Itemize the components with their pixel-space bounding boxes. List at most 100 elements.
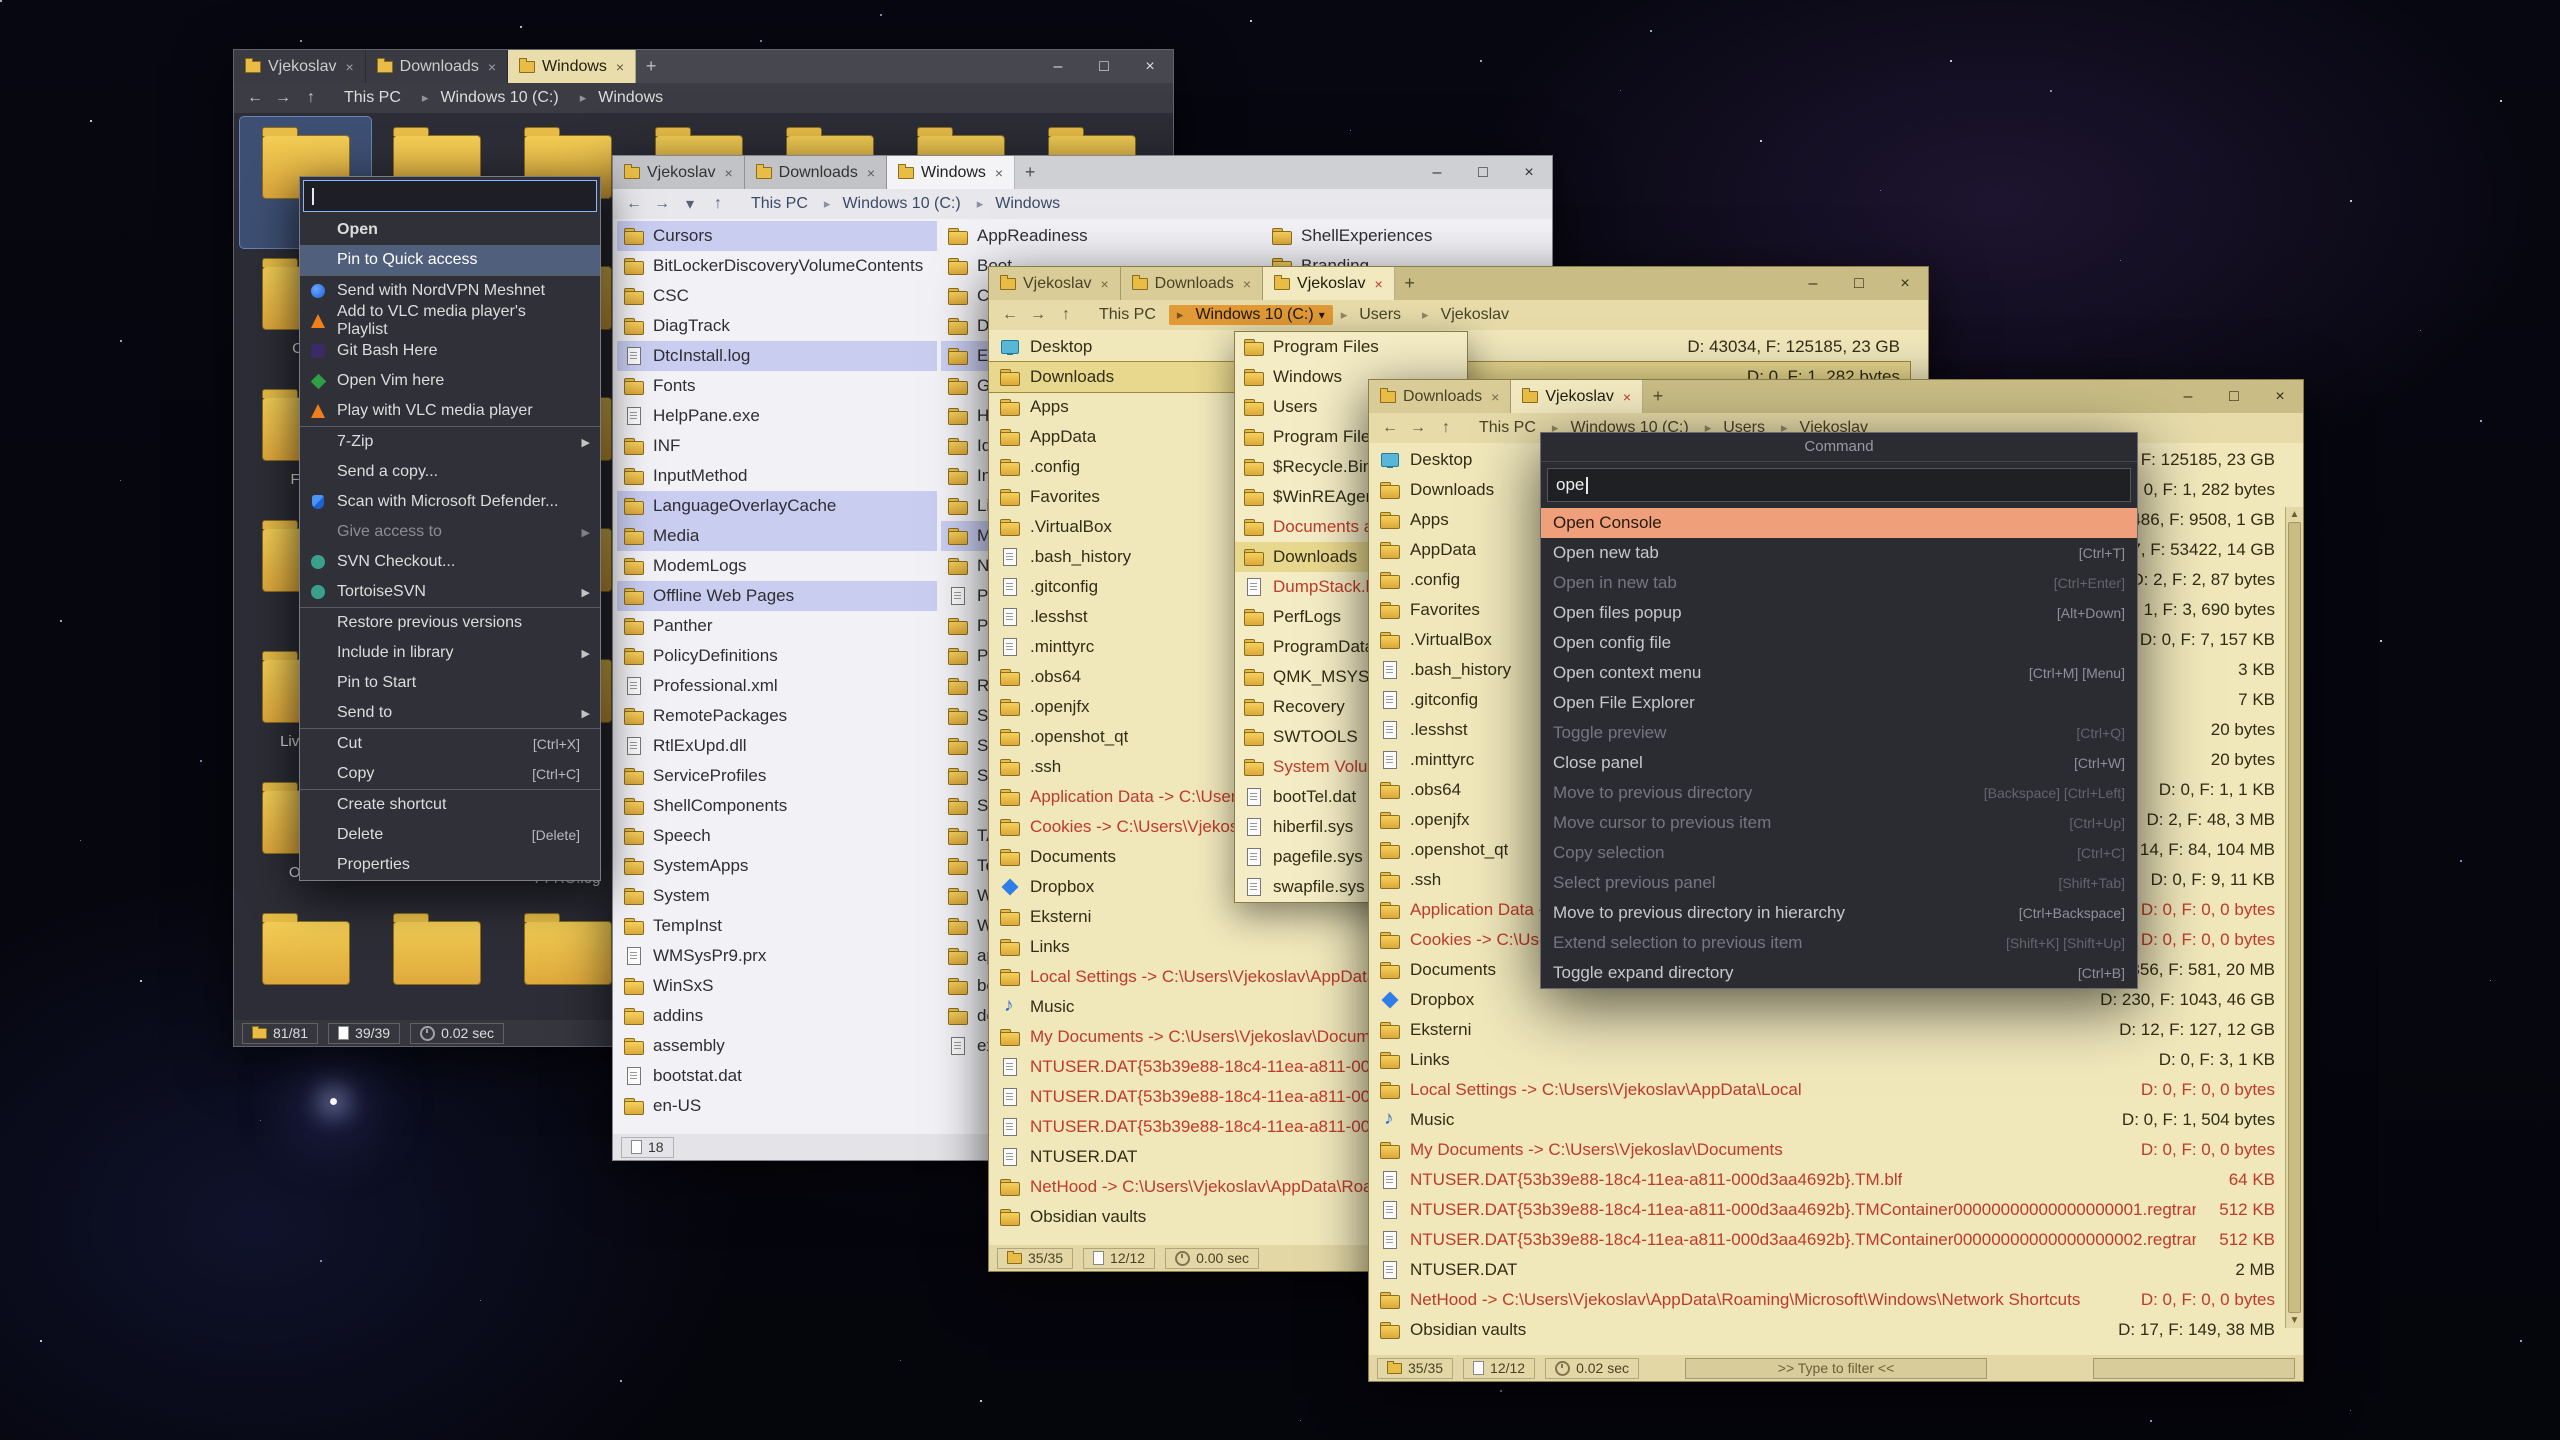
scroll-thumb[interactable] [2288, 522, 2301, 1312]
dropdown-item[interactable]: Program Files [1235, 332, 1467, 362]
file-row[interactable]: NTUSER.DAT{53b39e88-18c4-11ea-a811-000d3… [1369, 1225, 2285, 1255]
menu-item[interactable]: Open [300, 215, 600, 245]
file-row[interactable]: Local Settings -> C:\Users\Vjekoslav\App… [1369, 1075, 2285, 1105]
command-item[interactable]: Open context menu [Ctrl+M] [Menu] [1541, 658, 2137, 688]
up-button[interactable]: ↑ [705, 195, 731, 213]
file-row[interactable]: DtcInstall.log [617, 341, 937, 371]
tab-close-icon[interactable]: × [867, 165, 875, 181]
menu-item[interactable]: Copy [Ctrl+C] [300, 759, 600, 789]
forward-button[interactable]: → [270, 89, 296, 107]
command-search-input[interactable]: ope [1547, 468, 2131, 502]
breadcrumb-item[interactable]: Windows 10 (C:) [816, 194, 969, 214]
breadcrumb-item[interactable]: Windows [969, 194, 1068, 214]
maximize-button[interactable]: □ [1460, 156, 1506, 189]
new-tab-button[interactable]: + [636, 50, 666, 83]
tab[interactable]: Vjekoslav × [989, 267, 1121, 300]
tab[interactable]: Vjekoslav × [234, 50, 366, 83]
tab-close-icon[interactable]: × [1491, 389, 1499, 405]
menu-item[interactable]: TortoiseSVN ▶ [300, 577, 600, 607]
minimize-button[interactable]: – [1790, 267, 1836, 300]
menu-item[interactable]: Restore previous versions [300, 607, 600, 638]
tab-close-icon[interactable]: × [724, 165, 732, 181]
menu-item[interactable]: Open Vim here [300, 366, 600, 396]
breadcrumb-item[interactable]: Windows [572, 88, 676, 108]
scroll-down-icon[interactable]: ▼ [2286, 1313, 2303, 1328]
file-row[interactable]: DiagTrack [617, 311, 937, 341]
menu-item[interactable]: Send a copy... [300, 457, 600, 487]
up-button[interactable]: ↑ [1053, 306, 1079, 324]
file-row[interactable]: Eksterni D: 12, F: 127, 12 GB [1369, 1015, 2285, 1045]
forward-button[interactable]: → [1025, 306, 1051, 324]
menu-item[interactable]: Cut [Ctrl+X] [300, 728, 600, 759]
tab[interactable]: Downloads × [745, 156, 887, 189]
minimize-button[interactable]: – [2165, 380, 2211, 413]
up-button[interactable]: ↑ [1433, 419, 1459, 437]
menu-item[interactable]: Pin to Start [300, 668, 600, 698]
close-button[interactable]: × [1127, 50, 1173, 83]
command-item[interactable]: Copy selection [Ctrl+C] [1541, 838, 2137, 868]
command-item[interactable]: Move to previous directory in hierarchy … [1541, 898, 2137, 928]
command-item[interactable]: Close panel [Ctrl+W] [1541, 748, 2137, 778]
maximize-button[interactable]: □ [1081, 50, 1127, 83]
file-row[interactable]: assembly [617, 1031, 937, 1061]
file-row[interactable]: HelpPane.exe [617, 401, 937, 431]
back-button[interactable]: ← [997, 306, 1023, 324]
breadcrumb-item[interactable]: This PC [336, 88, 414, 108]
command-item[interactable]: Move to previous directory [Backspace] [… [1541, 778, 2137, 808]
tab[interactable]: Vjekoslav × [613, 156, 745, 189]
breadcrumb-item[interactable]: Vjekoslav [1414, 305, 1522, 325]
tab[interactable]: Windows × [887, 156, 1015, 189]
file-row[interactable]: Links D: 0, F: 3, 1 KB [1369, 1045, 2285, 1075]
breadcrumb-item[interactable]: This PC [1471, 418, 1544, 438]
file-row[interactable]: NTUSER.DAT{53b39e88-18c4-11ea-a811-000d3… [1369, 1195, 2285, 1225]
file-row[interactable]: BitLockerDiscoveryVolumeContents [617, 251, 937, 281]
forward-button[interactable]: → [649, 195, 675, 213]
file-row[interactable]: ShellExperiences [1265, 221, 1552, 251]
tab-close-icon[interactable]: × [488, 59, 496, 75]
menu-item[interactable]: Scan with Microsoft Defender... [300, 487, 600, 517]
file-row[interactable]: Media [617, 521, 937, 551]
command-item[interactable]: Toggle preview [Ctrl+Q] [1541, 718, 2137, 748]
maximize-button[interactable]: □ [2211, 380, 2257, 413]
file-row[interactable]: Panther [617, 611, 937, 641]
new-tab-button[interactable]: + [1015, 156, 1045, 189]
breadcrumb-item[interactable]: Windows 10 (C:) ▾ [1169, 305, 1333, 325]
menu-item[interactable]: Add to VLC media player's Playlist [300, 306, 600, 336]
file-row[interactable]: InputMethod [617, 461, 937, 491]
command-item[interactable]: Open new tab [Ctrl+T] [1541, 538, 2137, 568]
scroll-up-icon[interactable]: ▲ [2286, 507, 2303, 522]
file-row[interactable]: Cursors [617, 221, 937, 251]
command-item[interactable]: Move cursor to previous item [Ctrl+Up] [1541, 808, 2137, 838]
new-tab-button[interactable]: + [1643, 380, 1673, 413]
minimize-button[interactable]: – [1414, 156, 1460, 189]
file-row[interactable]: en-US [617, 1091, 937, 1121]
command-item[interactable]: Select previous panel [Shift+Tab] [1541, 868, 2137, 898]
rename-input[interactable] [303, 180, 597, 212]
tab-close-icon[interactable]: × [1243, 276, 1251, 292]
file-row[interactable]: ModemLogs [617, 551, 937, 581]
file-row[interactable]: WMSysPr9.prx [617, 941, 937, 971]
file-row[interactable]: RtlExUpd.dll [617, 731, 937, 761]
file-row[interactable]: System [617, 881, 937, 911]
command-item[interactable]: Open config file [1541, 628, 2137, 658]
tab-close-icon[interactable]: × [1623, 389, 1631, 405]
file-row[interactable]: TempInst [617, 911, 937, 941]
back-button[interactable]: ← [1377, 419, 1403, 437]
menu-item[interactable]: Delete [Delete] [300, 820, 600, 850]
breadcrumb-item[interactable]: Windows 10 (C:) [414, 88, 572, 108]
file-row[interactable]: NTUSER.DAT 2 MB [1369, 1255, 2285, 1285]
close-button[interactable]: × [1882, 267, 1928, 300]
command-item[interactable]: Open Console [1541, 508, 2137, 538]
file-row[interactable]: Dropbox D: 230, F: 1043, 46 GB [1369, 985, 2285, 1015]
file-row[interactable]: Obsidian vaults D: 17, F: 149, 38 MB [1369, 1315, 2285, 1345]
back-button[interactable]: ← [242, 89, 268, 107]
menu-item[interactable]: Give access to ▶ [300, 517, 600, 547]
up-button[interactable]: ↑ [298, 89, 324, 107]
breadcrumb-item[interactable]: This PC [743, 194, 816, 214]
tab[interactable]: Windows × [508, 50, 636, 83]
file-row[interactable]: ShellComponents [617, 791, 937, 821]
breadcrumb-item[interactable]: This PC [1091, 305, 1169, 325]
file-row[interactable]: CSC [617, 281, 937, 311]
menu-item[interactable]: Create shortcut [300, 789, 600, 820]
menu-item[interactable]: Send with NordVPN Meshnet [300, 275, 600, 306]
